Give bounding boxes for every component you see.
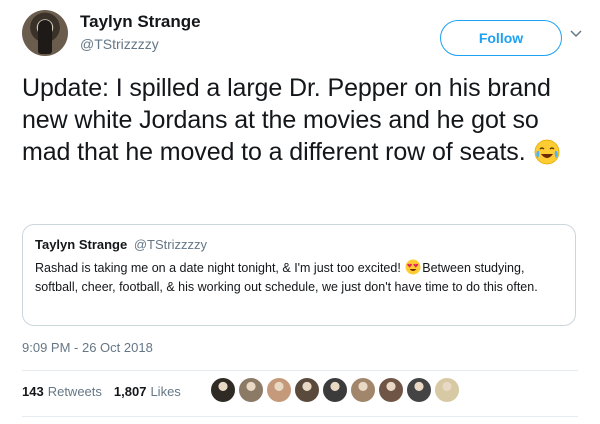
- heart-eyes-icon: [405, 259, 421, 275]
- divider: [22, 416, 578, 417]
- avatar-3-icon[interactable]: [266, 377, 292, 403]
- avatar-6-icon[interactable]: [350, 377, 376, 403]
- avatar-8-icon[interactable]: [406, 377, 432, 403]
- likes-stat[interactable]: 1,807 Likes: [114, 384, 181, 399]
- quoted-author-handle: @TStrizzzzy: [133, 237, 207, 252]
- quoted-tweet-header: Taylyn Strange @TStrizzzzy: [35, 237, 207, 252]
- tweet-header: Taylyn Strange @TStrizzzzy Follow: [20, 8, 582, 60]
- likes-count: 1,807: [113, 384, 147, 399]
- author-handle[interactable]: @TStrizzzzy: [80, 36, 159, 52]
- liker-avatars: [210, 377, 462, 403]
- avatar-4-icon[interactable]: [294, 377, 320, 403]
- follow-button[interactable]: Follow: [440, 20, 562, 56]
- retweets-label: Retweets: [47, 384, 102, 399]
- quoted-author-name: Taylyn Strange: [35, 237, 128, 252]
- retweets-stat[interactable]: 143 Retweets: [22, 384, 102, 399]
- chevron-down-icon[interactable]: [568, 26, 584, 42]
- avatar-5-icon[interactable]: [322, 377, 348, 403]
- avatar-2-icon[interactable]: [238, 377, 264, 403]
- avatar-7-icon[interactable]: [378, 377, 404, 403]
- retweets-count: 143: [22, 384, 44, 399]
- tweet-text: Update: I spilled a large Dr. Pepper on …: [22, 72, 582, 168]
- quoted-tweet-text: Rashad is taking me on a date night toni…: [35, 259, 565, 297]
- quoted-tweet[interactable]: Taylyn Strange @TStrizzzzy Rashad is tak…: [22, 224, 576, 326]
- face-with-tears-of-joy-icon: [534, 139, 560, 165]
- likes-label: Likes: [150, 384, 181, 399]
- quoted-text-part-1: Rashad is taking me on a date night toni…: [35, 261, 405, 275]
- avatar-1-icon[interactable]: [210, 377, 236, 403]
- tweet-card: Taylyn Strange @TStrizzzzy Follow Update…: [0, 0, 600, 424]
- avatar-9-icon[interactable]: [434, 377, 460, 403]
- author-avatar[interactable]: [22, 10, 68, 56]
- tweet-stats: 143 Retweets 1,807 Likes: [22, 384, 193, 399]
- tweet-timestamp[interactable]: 9:09 PM - 26 Oct 2018: [22, 340, 153, 355]
- divider: [22, 370, 578, 371]
- tweet-body: Update: I spilled a large Dr. Pepper on …: [22, 74, 551, 166]
- author-name[interactable]: Taylyn Strange: [80, 12, 201, 32]
